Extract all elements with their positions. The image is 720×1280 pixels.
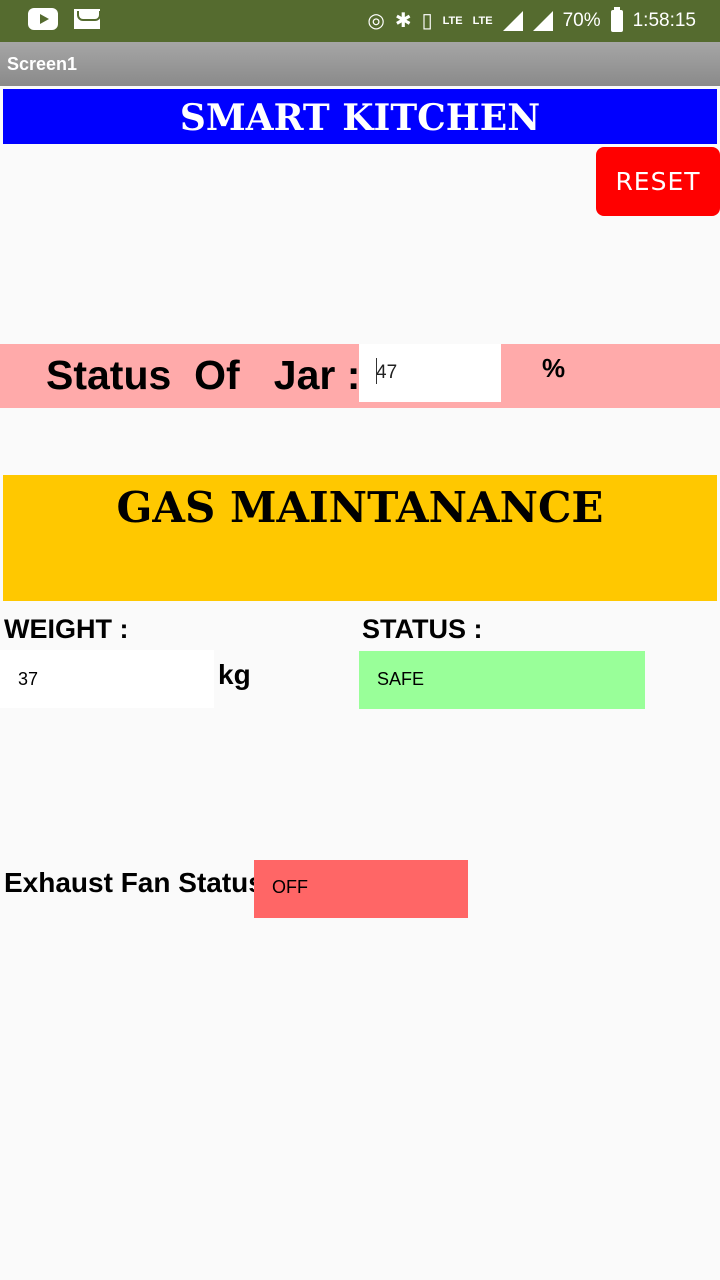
signal-icon bbox=[502, 11, 523, 31]
clock: 1:58:15 bbox=[632, 10, 696, 31]
weight-label: WEIGHT : bbox=[4, 614, 129, 644]
lte-icon: LTE bbox=[472, 14, 493, 27]
app-header: SMART KITCHEN bbox=[3, 89, 717, 144]
hotspot-icon: ◎ bbox=[367, 10, 385, 32]
reset-button[interactable]: RESET bbox=[596, 147, 720, 216]
weight-field[interactable] bbox=[0, 650, 214, 708]
exhaust-fan-label: Exhaust Fan Status bbox=[4, 867, 264, 898]
battery-percent: 70% bbox=[562, 10, 601, 31]
exhaust-fan-status: OFF bbox=[254, 860, 468, 918]
battery-icon bbox=[610, 7, 623, 32]
jar-status-label: Status Of Jar : bbox=[46, 352, 361, 398]
mail-icon bbox=[74, 9, 100, 29]
gas-maintenance-title: GAS MAINTANANCE bbox=[116, 483, 604, 532]
bluetooth-icon: ✱ bbox=[394, 10, 412, 32]
weight-unit: kg bbox=[218, 659, 251, 690]
percent-unit: % bbox=[542, 353, 566, 383]
signal-icon bbox=[532, 11, 553, 31]
text-cursor bbox=[376, 358, 377, 384]
gas-status-value: SAFE bbox=[359, 651, 645, 709]
vibrate-icon: ▯ bbox=[421, 10, 433, 32]
youtube-icon bbox=[28, 8, 58, 30]
jar-status-row: Status Of Jar : % bbox=[0, 344, 720, 408]
status-bar: ◎ ✱ ▯ LTE LTE 70% 1:58:15 bbox=[0, 0, 720, 42]
jar-level-input[interactable] bbox=[359, 344, 501, 402]
gas-maintenance-panel: GAS MAINTANANCE bbox=[3, 475, 717, 601]
call-lte-icon: LTE bbox=[442, 14, 463, 27]
gas-status-label: STATUS : bbox=[362, 614, 483, 644]
screen-title: Screen1 bbox=[0, 42, 720, 86]
